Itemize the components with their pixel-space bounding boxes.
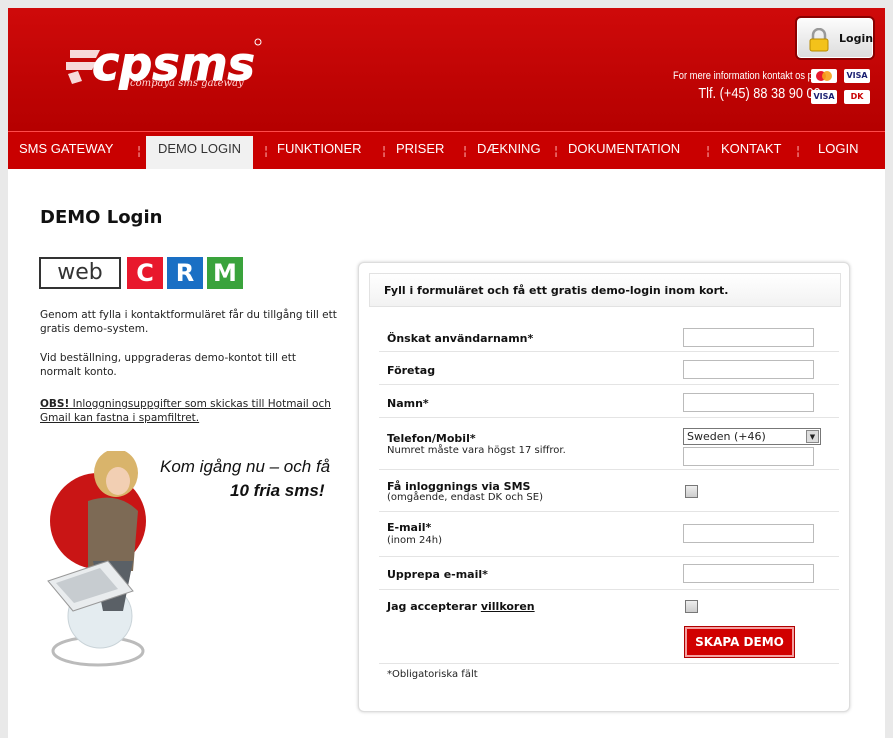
terms-link[interactable]: villkoren [481,600,535,613]
form-row-email: E-mail* (inom 24h) [379,512,839,557]
webcrm-m: M [207,257,243,289]
visa-electron-icon: VISA [811,90,837,104]
visa-icon: VISA [844,69,870,83]
required-note: *Obligatoriska fält [387,669,478,680]
terms-label: Jag accepterar villkoren [387,600,535,613]
obs-paragraph[interactable]: OBS! Inloggningsuppgifter som skickas ti… [40,397,340,425]
company-label: Företag [387,364,436,377]
nav-dokumentation[interactable]: DOKUMENTATION [568,141,680,156]
webcrm-r: R [167,257,203,289]
create-demo-button[interactable]: SKAPA DEMO [684,626,795,658]
form-row-phone: Telefon/Mobil* Numret måste vara högst 1… [379,418,839,470]
form-row-company: Företag [379,352,839,385]
sms-hint: (omgående, endast DK och SE) [387,492,543,503]
terms-text: Jag accepterar [387,600,481,613]
form-row-terms: Jag accepterar villkoren [379,590,839,623]
form-row-sms: Få inloggnings via SMS (omgående, endast… [379,470,839,512]
login-button-label: Login [839,32,874,45]
nav-separator: ¦ [796,144,801,158]
form-row-username: Önskat användarnamn* [379,319,839,352]
terms-checkbox[interactable] [685,600,698,613]
promo-line-2: 10 fria sms! [230,481,325,500]
nav-separator: ¦ [706,144,711,158]
email-label: E-mail* [387,521,432,534]
woman-laptop-image [47,451,146,667]
page-title: DEMO Login [40,207,163,228]
form-row-email-repeat: Upprepa e-mail* [379,557,839,590]
form-row-name: Namn* [379,385,839,418]
site-header: cpsms compaya sms gateway Login For mere… [8,8,885,131]
login-button[interactable]: Login [795,16,875,60]
contact-info: For mere information kontakt os på: Tlf.… [647,70,821,102]
sms-checkbox[interactable] [685,485,698,498]
promo-line-1: Kom igång nu – och få [160,457,331,476]
webcrm-c: C [127,257,163,289]
username-label: Önskat användarnamn* [387,332,534,345]
nav-funktioner[interactable]: FUNKTIONER [277,141,362,156]
email-repeat-label: Upprepa e-mail* [387,568,488,581]
nav-separator: ¦ [264,144,269,158]
contact-text: For mere information kontakt os på: [673,70,821,82]
email-input[interactable] [683,524,814,543]
phone-label: Telefon/Mobil* [387,432,476,445]
intro-paragraph: Genom att fylla i kontaktformuläret får … [40,309,337,335]
company-input[interactable] [683,360,814,379]
webcrm-web: web [39,257,121,289]
chevron-down-icon: ▼ [806,430,819,443]
form-heading: Fyll i formuläret och få ett gratis demo… [369,273,841,307]
lock-icon [809,28,829,52]
country-select[interactable]: Sweden (+46) ▼ [683,428,821,445]
contact-phone: Tlf. (+45) 88 38 90 00 [698,85,821,102]
username-input[interactable] [683,328,814,347]
nav-separator: ¦ [554,144,559,158]
email-hint: (inom 24h) [387,535,443,546]
phone-hint: Numret måste vara högst 17 siffror. [387,445,566,456]
cpsms-logo[interactable]: cpsms [60,30,270,100]
nav-separator: ¦ [382,144,387,158]
country-select-value: Sweden (+46) [687,430,766,443]
obs-label: OBS! [40,398,70,410]
email-repeat-input[interactable] [683,564,814,583]
nav-sms-gateway[interactable]: SMS GATEWAY [19,141,113,156]
dankort-icon: DK [844,90,870,104]
obs-text: Inloggningsuppgifter som skickas till Ho… [40,398,331,424]
main-nav: SMS GATEWAY ¦ DEMO LOGIN ¦ FUNKTIONER ¦ … [8,131,885,170]
nav-login[interactable]: LOGIN [818,141,858,156]
name-input[interactable] [683,393,814,412]
logo-tagline: compaya sms gateway [130,78,244,89]
nav-separator: ¦ [137,144,142,158]
nav-separator: ¦ [463,144,468,158]
main-content: DEMO Login web C R M Genom att fylla i k… [8,169,885,738]
nav-demo-login[interactable]: DEMO LOGIN [146,136,254,170]
nav-priser[interactable]: PRISER [396,141,444,156]
mastercard-icon [811,69,837,83]
upgrade-paragraph: Vid beställning, uppgraderas demo-kontot… [40,352,296,378]
form-divider [379,663,839,664]
signup-form: Fyll i formuläret och få ett gratis demo… [358,262,850,712]
phone-input[interactable] [683,447,814,466]
name-label: Namn* [387,397,429,410]
nav-daekning[interactable]: DÆKNING [477,141,541,156]
nav-kontakt[interactable]: KONTAKT [721,141,781,156]
